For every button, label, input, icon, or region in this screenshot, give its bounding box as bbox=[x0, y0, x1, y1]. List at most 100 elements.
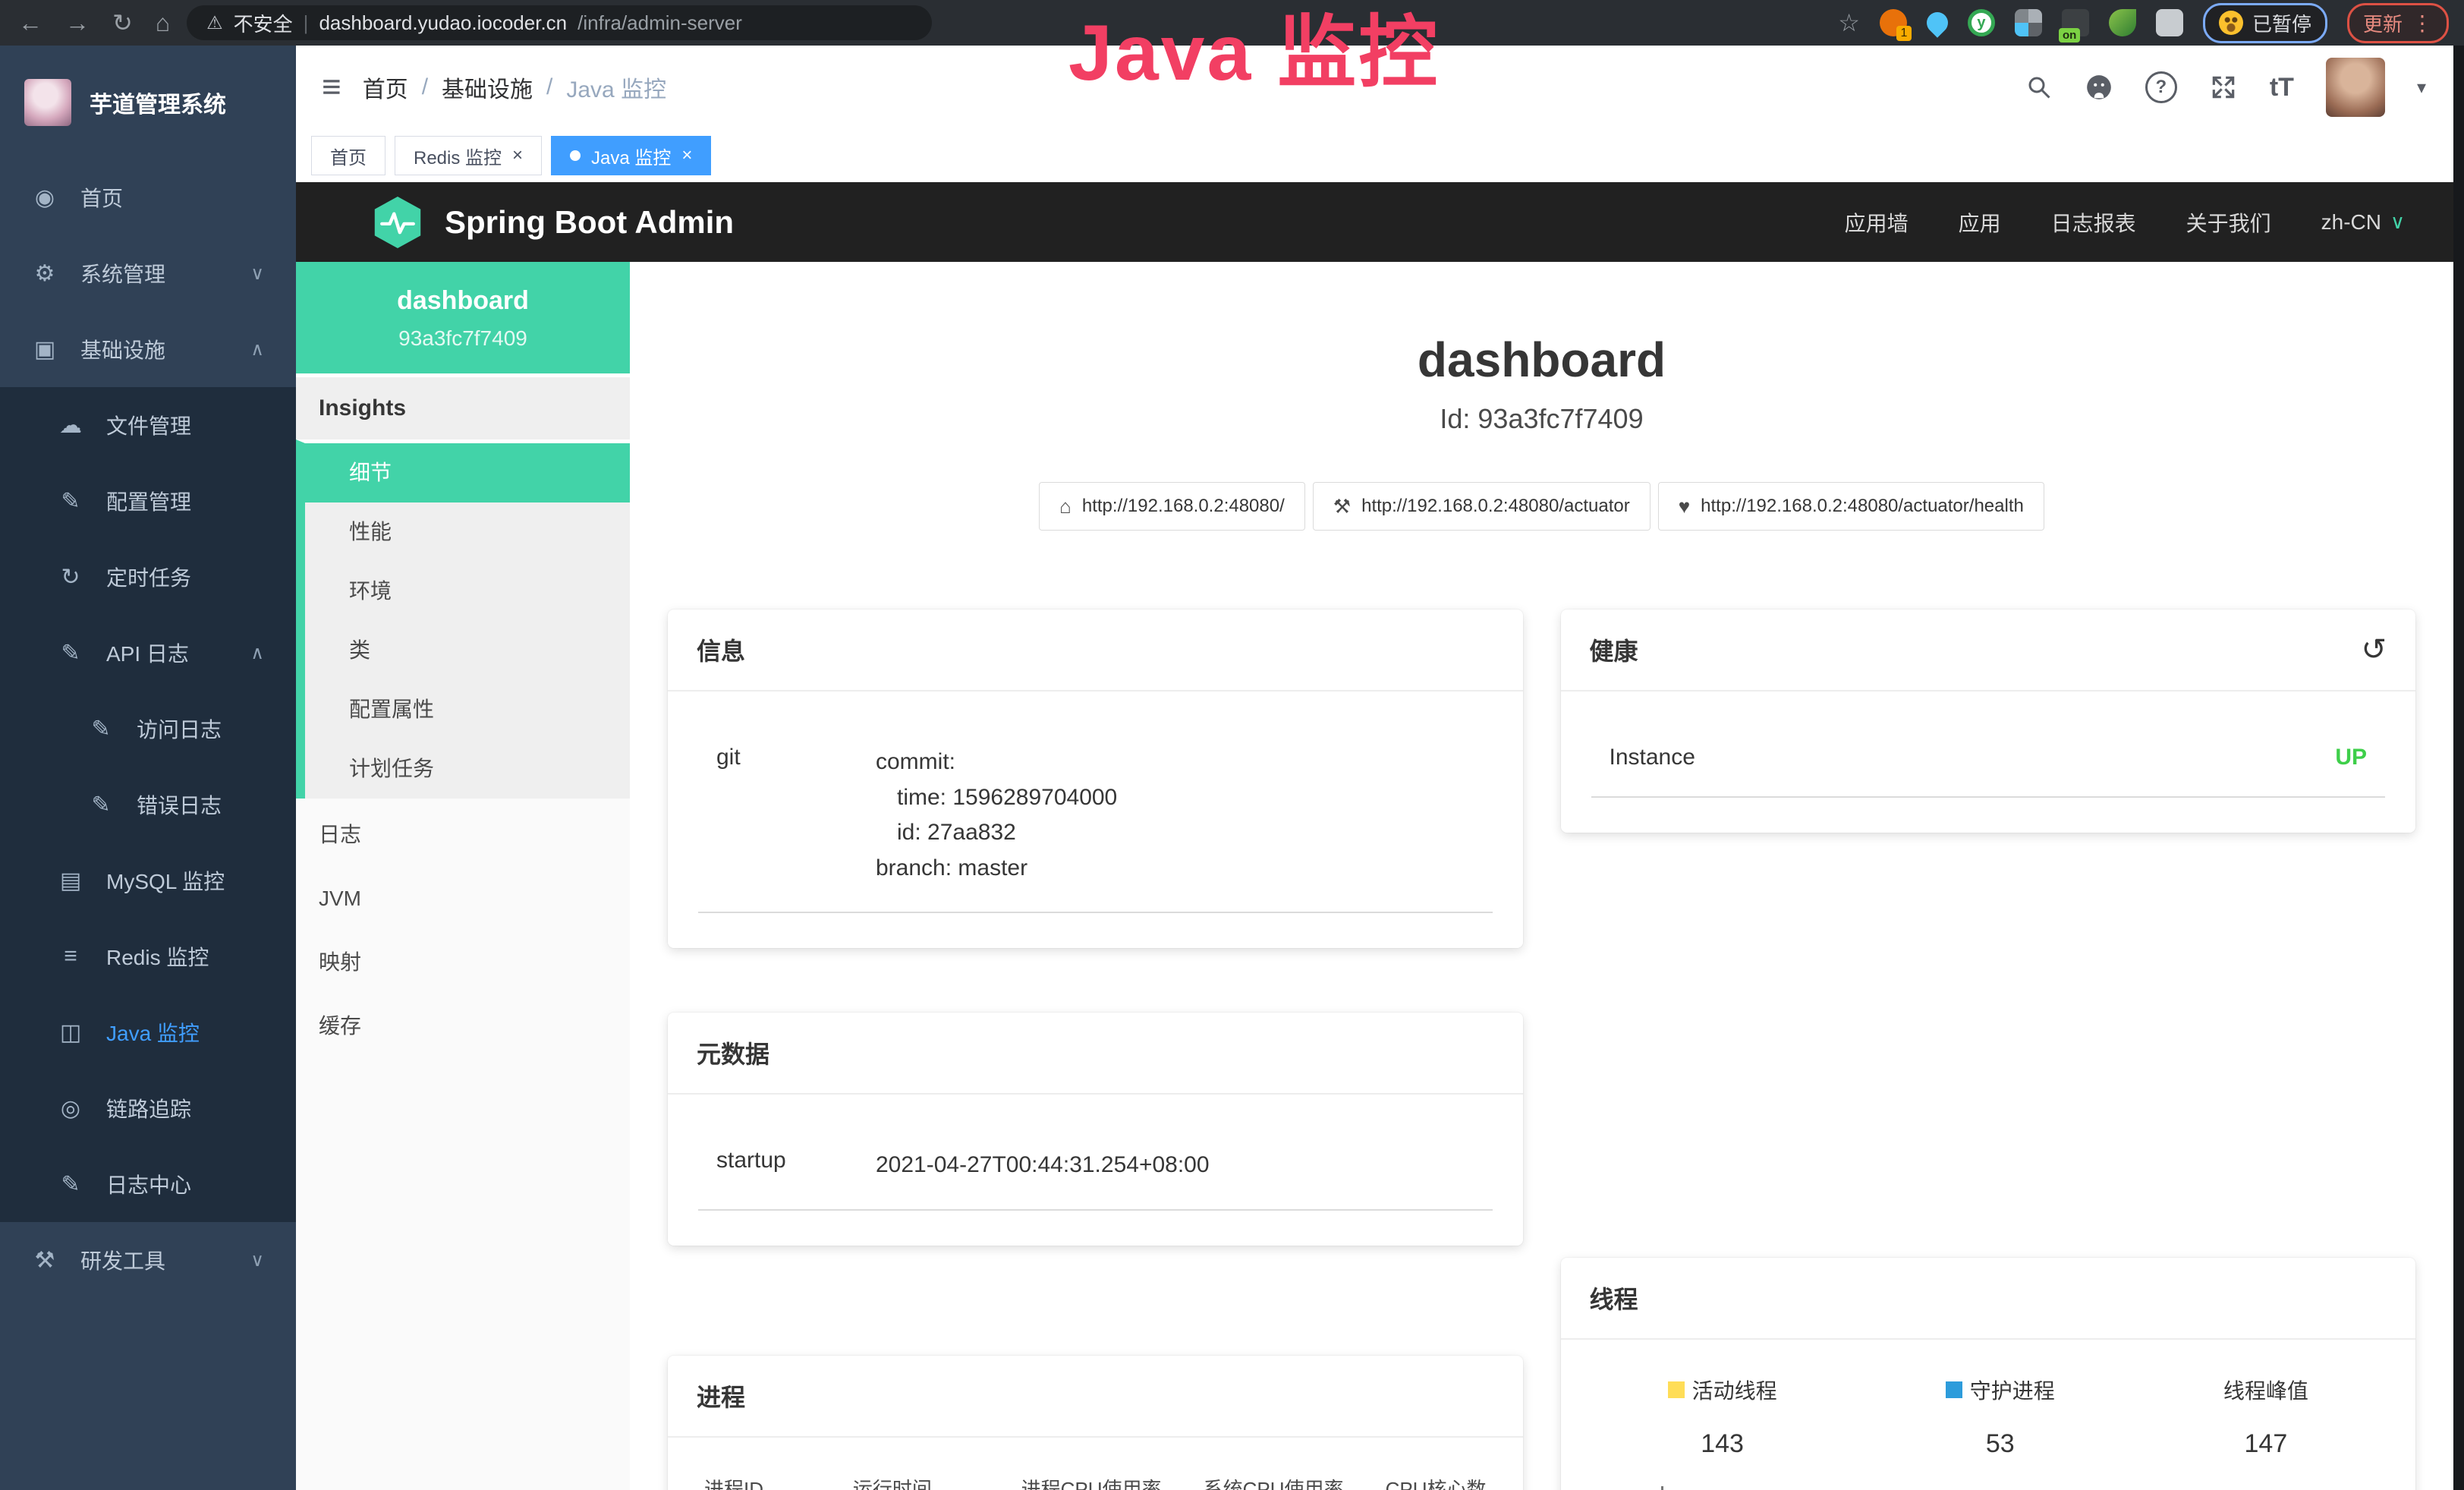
extension-leaf-icon[interactable] bbox=[2109, 9, 2136, 36]
close-icon[interactable]: × bbox=[512, 145, 523, 166]
sidebar-item-system-mgmt[interactable]: ⚙ 系统管理 ∨ bbox=[0, 235, 296, 311]
sba-body: dashboard 93a3fc7f7409 Insights 细节 性能 环境… bbox=[296, 262, 2453, 1490]
sba-menu-environment[interactable]: 环境 bbox=[305, 562, 630, 621]
forward-icon[interactable]: → bbox=[65, 9, 90, 37]
extension-grid-icon[interactable] bbox=[2015, 9, 2042, 36]
sidebar-item-error-logs[interactable]: ✎ 错误日志 bbox=[0, 767, 296, 843]
help-icon[interactable]: ? bbox=[2145, 71, 2177, 103]
sba-menu-metrics[interactable]: 性能 bbox=[305, 502, 630, 562]
spring-boot-admin-logo-icon[interactable] bbox=[372, 194, 423, 250]
sba-nav-journal[interactable]: 日志报表 bbox=[2051, 207, 2136, 238]
status-badge: UP bbox=[2335, 745, 2367, 770]
back-icon[interactable]: ← bbox=[18, 9, 42, 37]
app-logo-row[interactable]: 芋道管理系统 bbox=[0, 46, 296, 159]
sba-instance-header[interactable]: dashboard 93a3fc7f7409 bbox=[296, 262, 630, 373]
sba-language-select[interactable]: zh-CN ∨ bbox=[2321, 210, 2405, 235]
log-icon: ✎ bbox=[55, 1171, 87, 1198]
java-monitor-icon: ◫ bbox=[55, 1019, 87, 1046]
breadcrumb: 首页 / 基础设施 / Java 监控 bbox=[363, 71, 666, 104]
process-card: 进程 进程ID 5261 运行时间 6d 23h 15m 59s bbox=[668, 1356, 1523, 1490]
sba-menu-scheduled-tasks[interactable]: 计划任务 bbox=[305, 739, 630, 799]
paused-badge[interactable]: 已暂停 bbox=[2203, 3, 2327, 43]
app-title: 芋道管理系统 bbox=[90, 86, 226, 119]
sidebar-item-infrastructure[interactable]: ▣ 基础设施 ∧ bbox=[0, 311, 296, 387]
breadcrumb-infrastructure[interactable]: 基础设施 bbox=[442, 71, 533, 104]
sidebar-item-redis-monitor[interactable]: ≡ Redis 监控 bbox=[0, 918, 296, 994]
sba-nav-wallboard[interactable]: 应用墙 bbox=[1845, 207, 1909, 238]
url-host[interactable]: dashboard.yudao.iocoder.cn bbox=[319, 11, 567, 35]
not-secure-warning-icon[interactable]: ⚠ bbox=[206, 12, 223, 34]
legend-peak-threads: 线程峰值 147 bbox=[2223, 1375, 2308, 1459]
fullscreen-icon[interactable] bbox=[2209, 73, 2238, 102]
browser-home-icon[interactable]: ⌂ bbox=[156, 9, 170, 37]
extension-count-badge: 1 bbox=[1896, 26, 1912, 41]
threads-chart-plot bbox=[1661, 1486, 2371, 1490]
reload-icon[interactable]: ↻ bbox=[112, 8, 133, 37]
extension-youdao-icon[interactable]: y bbox=[1968, 9, 1995, 36]
extensions-puzzle-icon[interactable] bbox=[2156, 9, 2183, 36]
search-icon[interactable] bbox=[2025, 74, 2053, 101]
heartbeat-icon: ♥ bbox=[1679, 495, 1690, 518]
tab-redis-monitor[interactable]: Redis 监控 × bbox=[395, 136, 542, 175]
extension-pin-icon[interactable] bbox=[1922, 8, 1953, 38]
service-url-button[interactable]: ⌂ http://192.168.0.2:48080/ bbox=[1039, 482, 1305, 531]
history-icon[interactable]: ↺ bbox=[2361, 632, 2387, 667]
sba-menu-jvm[interactable]: JVM bbox=[296, 867, 630, 931]
instance-id-subtitle: Id: 93a3fc7f7409 bbox=[630, 403, 2453, 435]
threads-card: 线程 活动线程 143 守护进程 53 线程峰值 bbox=[1561, 1258, 2416, 1490]
sba-insights-menu: 细节 性能 环境 类 配置属性 计划任务 bbox=[296, 439, 630, 799]
close-icon[interactable]: × bbox=[681, 145, 692, 166]
tab-java-monitor[interactable]: Java 监控 × bbox=[551, 136, 711, 175]
sba-menu-config-props[interactable]: 配置属性 bbox=[305, 680, 630, 739]
sidebar-item-tracing[interactable]: ◎ 链路追踪 bbox=[0, 1070, 296, 1146]
sidebar-item-scheduled-jobs[interactable]: ↻ 定时任务 bbox=[0, 539, 296, 615]
sidebar-item-java-monitor[interactable]: ◫ Java 监控 bbox=[0, 994, 296, 1070]
bookmark-star-icon[interactable]: ☆ bbox=[1838, 8, 1860, 37]
sba-menu-details[interactable]: 细节 bbox=[305, 443, 630, 502]
extension-orange-icon[interactable]: 1 bbox=[1880, 9, 1907, 36]
user-menu-caret-icon[interactable]: ▾ bbox=[2417, 77, 2426, 99]
sba-menu-caches[interactable]: 缓存 bbox=[296, 994, 630, 1058]
legend-blue-swatch bbox=[1946, 1381, 1962, 1398]
sba-menu-classes[interactable]: 类 bbox=[305, 621, 630, 680]
log-icon: ✎ bbox=[55, 640, 87, 666]
sba-nav-about[interactable]: 关于我们 bbox=[2186, 207, 2271, 238]
sidebar-item-log-center[interactable]: ✎ 日志中心 bbox=[0, 1146, 296, 1222]
redis-icon: ≡ bbox=[55, 943, 87, 969]
window-scrollbar[interactable] bbox=[2453, 46, 2464, 1490]
log-icon: ✎ bbox=[85, 716, 117, 742]
update-button[interactable]: 更新 ⋮ bbox=[2347, 3, 2449, 43]
sidebar-item-config-mgmt[interactable]: ✎ 配置管理 bbox=[0, 463, 296, 539]
health-card-title: 健康 bbox=[1590, 632, 1638, 667]
sidebar-item-access-logs[interactable]: ✎ 访问日志 bbox=[0, 691, 296, 767]
sidebar-item-api-logs[interactable]: ✎ API 日志 ∧ bbox=[0, 615, 296, 691]
url-path[interactable]: /infra/admin-server bbox=[577, 11, 742, 35]
tab-home[interactable]: 首页 bbox=[311, 136, 385, 175]
font-size-icon[interactable]: tT bbox=[2270, 73, 2294, 102]
sba-menu-logs[interactable]: 日志 bbox=[296, 803, 630, 867]
actuator-url-button[interactable]: ⚒ http://192.168.0.2:48080/actuator bbox=[1313, 482, 1651, 531]
breadcrumb-home[interactable]: 首页 bbox=[363, 71, 408, 104]
sba-menu-mappings[interactable]: 映射 bbox=[296, 931, 630, 994]
timer-icon: ↻ bbox=[55, 564, 87, 591]
sidebar-item-mysql-monitor[interactable]: ▤ MySQL 监控 bbox=[0, 843, 296, 918]
address-bar[interactable]: ⚠ 不安全 | dashboard.yudao.iocoder.cn/infra… bbox=[187, 5, 932, 40]
cloud-upload-icon: ☁ bbox=[55, 412, 87, 439]
extension-switch-icon[interactable]: on bbox=[2062, 9, 2089, 36]
sidebar-item-dev-tools[interactable]: ⚒ 研发工具 ∨ bbox=[0, 1222, 296, 1298]
tags-view-bar: 首页 Redis 监控 × Java 监控 × bbox=[296, 129, 2453, 183]
app-logo-avatar bbox=[24, 79, 71, 126]
user-avatar[interactable] bbox=[2326, 58, 2385, 117]
browser-menu-icon[interactable]: ⋮ bbox=[2412, 11, 2433, 36]
not-secure-label[interactable]: 不安全 bbox=[234, 9, 293, 37]
sidebar-collapse-icon[interactable]: ≡ bbox=[322, 68, 341, 106]
health-url-button[interactable]: ♥ http://192.168.0.2:48080/actuator/heal… bbox=[1658, 482, 2044, 531]
github-icon[interactable] bbox=[2085, 73, 2113, 102]
sba-nav-applications[interactable]: 应用 bbox=[1959, 207, 2001, 238]
sidebar-item-file-mgmt[interactable]: ☁ 文件管理 bbox=[0, 387, 296, 463]
system-cpu: 系统CPU使用率 0.07 bbox=[1204, 1474, 1344, 1490]
sidebar-item-home[interactable]: ◉ 首页 bbox=[0, 159, 296, 235]
sba-brand-title[interactable]: Spring Boot Admin bbox=[445, 204, 734, 241]
sba-nav: 应用墙 应用 日志报表 关于我们 zh-CN ∨ bbox=[1845, 207, 2405, 238]
health-instance-row[interactable]: Instance UP bbox=[1591, 737, 2386, 798]
